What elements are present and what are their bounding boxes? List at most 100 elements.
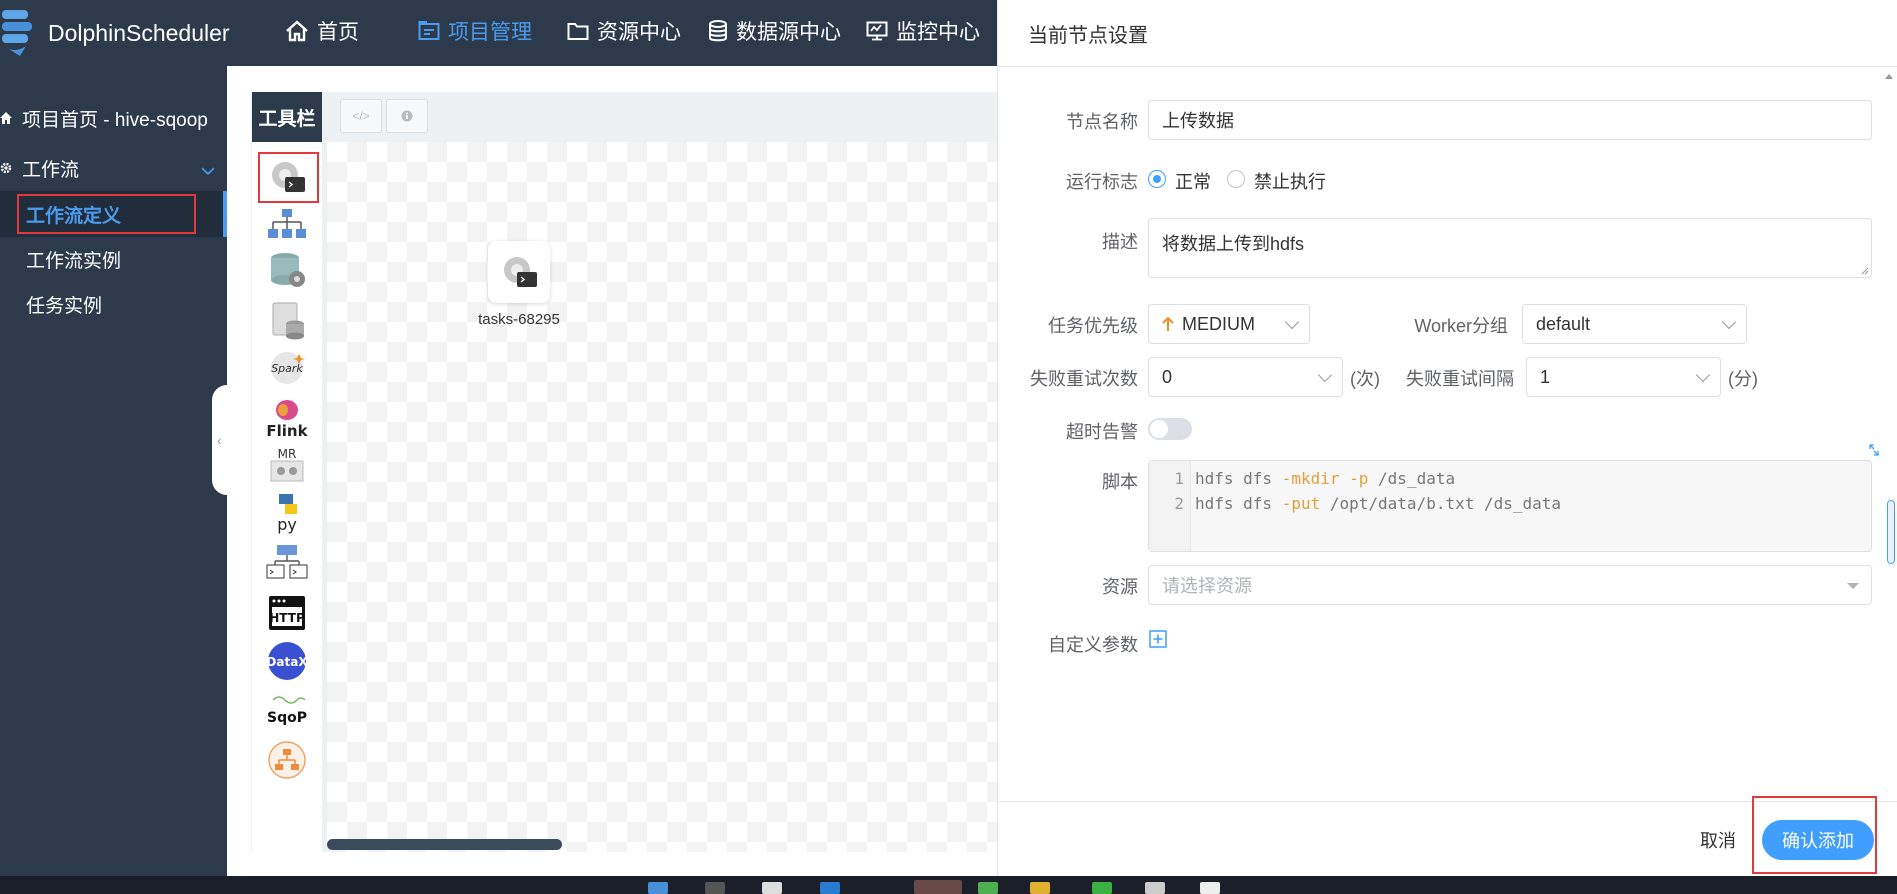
info-button[interactable] (386, 99, 428, 133)
code-view-button[interactable]: </> (340, 99, 382, 133)
collapse-sidebar-button[interactable]: ‹ (212, 385, 227, 495)
highlight-box (17, 194, 196, 234)
sidebar-item-label: 任务实例 (26, 295, 103, 317)
conditions-icon[interactable] (265, 740, 309, 780)
dag-grid[interactable] (327, 142, 997, 852)
caret-down-icon (1847, 583, 1859, 589)
taskbar-app-icon[interactable] (820, 882, 840, 894)
sidebar-workflow-group[interactable]: 工作流 (0, 148, 215, 188)
python-icon[interactable]: py (265, 492, 309, 534)
drawer-scrollbar-thumb[interactable] (1887, 500, 1895, 564)
toolbar-label: 工具栏 (252, 92, 322, 142)
shell-icon (497, 252, 541, 292)
run-flag-forbidden-radio[interactable] (1227, 170, 1245, 188)
procedure-icon[interactable] (265, 250, 309, 290)
datax-icon[interactable]: DataX (265, 641, 309, 681)
code-icon: </> (352, 109, 370, 123)
nav-resource[interactable]: 资源中心 (567, 0, 681, 62)
brand-name: DolphinScheduler (48, 19, 230, 46)
arrow-up-icon (1162, 316, 1174, 332)
node-name-input[interactable]: 上传数据 (1148, 100, 1872, 140)
mr-icon[interactable]: MR (265, 446, 309, 486)
chevron-down-icon (1284, 314, 1300, 330)
taskbar-app-icon[interactable] (648, 882, 668, 894)
sqoop-text: SqoP (267, 710, 307, 726)
add-param-icon[interactable] (1149, 630, 1167, 648)
chevron-down-icon (1695, 367, 1711, 383)
taskbar-app-icon[interactable] (1092, 882, 1112, 894)
taskbar-app-icon[interactable] (1030, 882, 1050, 894)
nav-datasource[interactable]: 数据源中心 (708, 0, 841, 62)
script-editor[interactable]: 1 2 hdfs dfs -mkdir -p /ds_data hdfs dfs… (1148, 460, 1872, 552)
nav-datasource-label: 数据源中心 (736, 21, 841, 44)
taskbar-app-icon[interactable] (762, 882, 782, 894)
gear-icon (0, 162, 12, 174)
retry-times-select[interactable]: 0 (1148, 357, 1343, 397)
home-small-icon (0, 112, 12, 124)
http-text: HTTP (269, 611, 305, 625)
dolphin-logo-icon (0, 8, 44, 58)
database-icon (708, 20, 728, 42)
line-number: 1 (1174, 469, 1184, 488)
mr-text: MR (278, 447, 297, 461)
retry-interval-unit: (分) (1728, 369, 1758, 389)
info-icon (401, 110, 413, 122)
nav-resource-label: 资源中心 (597, 21, 681, 44)
nav-project-label: 项目管理 (448, 21, 532, 44)
description-textarea[interactable]: 将数据上传到hdfs (1148, 218, 1872, 278)
nav-project[interactable]: 项目管理 (418, 0, 532, 62)
code-text: hdfs dfs (1195, 494, 1282, 513)
run-flag-normal-label[interactable]: 正常 (1175, 168, 1211, 194)
sidebar-item-task-instance[interactable]: 任务实例 (26, 284, 102, 324)
worker-group-select[interactable]: default (1522, 304, 1747, 344)
flink-icon[interactable]: Flink (265, 398, 309, 440)
datax-text: DataX (266, 655, 308, 669)
code-text: /opt/data/b.txt /ds_data (1320, 494, 1562, 513)
run-flag-forbidden-label[interactable]: 禁止执行 (1254, 168, 1326, 194)
sidebar-workflow-group-label: 工作流 (22, 159, 80, 181)
spark-icon[interactable]: Spark (265, 348, 309, 388)
priority-select[interactable]: MEDIUM (1148, 304, 1310, 344)
line-number-gutter: 1 2 (1149, 461, 1191, 551)
fullscreen-icon[interactable] (1868, 443, 1880, 457)
nav-home-label: 首页 (317, 21, 359, 44)
brand-logo[interactable]: DolphinScheduler (0, 8, 230, 58)
home-icon (285, 20, 309, 42)
run-flag-normal-radio[interactable] (1148, 170, 1166, 188)
sqoop-icon[interactable]: SqoP (265, 690, 309, 730)
worker-group-label: Worker分组 (1414, 316, 1508, 336)
task-node-label: tasks-68295 (478, 311, 560, 328)
nav-home[interactable]: 首页 (285, 0, 359, 62)
sql-icon[interactable] (265, 300, 309, 340)
sidebar-item-workflow-instance[interactable]: 工作流实例 (26, 239, 121, 279)
taskbar-app-icon[interactable] (1200, 882, 1220, 894)
drawer-scrollbar[interactable] (1883, 68, 1895, 801)
resource-label: 资源 (1102, 577, 1138, 597)
script-label: 脚本 (1102, 472, 1138, 492)
code-line: hdfs dfs -put /opt/data/b.txt /ds_data (1195, 494, 1561, 513)
cancel-button[interactable]: 取消 (1696, 823, 1740, 857)
http-icon[interactable]: HTTP (265, 593, 309, 633)
horizontal-scrollbar[interactable] (327, 839, 562, 850)
sub-process-icon[interactable] (265, 205, 309, 245)
taskbar-app-icon[interactable] (978, 882, 998, 894)
retry-interval-select[interactable]: 1 (1526, 357, 1721, 397)
priority-label: 任务优先级 (1048, 316, 1138, 336)
retry-times-label: 失败重试次数 (1030, 369, 1138, 389)
taskbar-app-icon[interactable] (1145, 882, 1165, 894)
description-label: 描述 (1102, 232, 1138, 252)
taskbar-app-icon[interactable] (914, 880, 962, 894)
resource-select[interactable]: 请选择资源 (1148, 565, 1872, 605)
dependent-icon[interactable] (265, 543, 309, 583)
task-node[interactable] (488, 241, 550, 303)
highlight-box (258, 152, 319, 203)
code-keyword: -put (1281, 494, 1321, 513)
line-number: 2 (1174, 494, 1184, 513)
toggle-knob (1150, 420, 1168, 438)
sidebar-item-label: 工作流实例 (26, 250, 122, 272)
taskbar-app-icon[interactable] (705, 882, 725, 894)
timeout-alarm-toggle[interactable] (1148, 418, 1192, 440)
sidebar-project-home[interactable]: 项目首页 - hive-sqoop (0, 98, 208, 138)
code-text: hdfs dfs (1195, 469, 1282, 488)
nav-monitor[interactable]: 监控中心 (866, 0, 980, 62)
